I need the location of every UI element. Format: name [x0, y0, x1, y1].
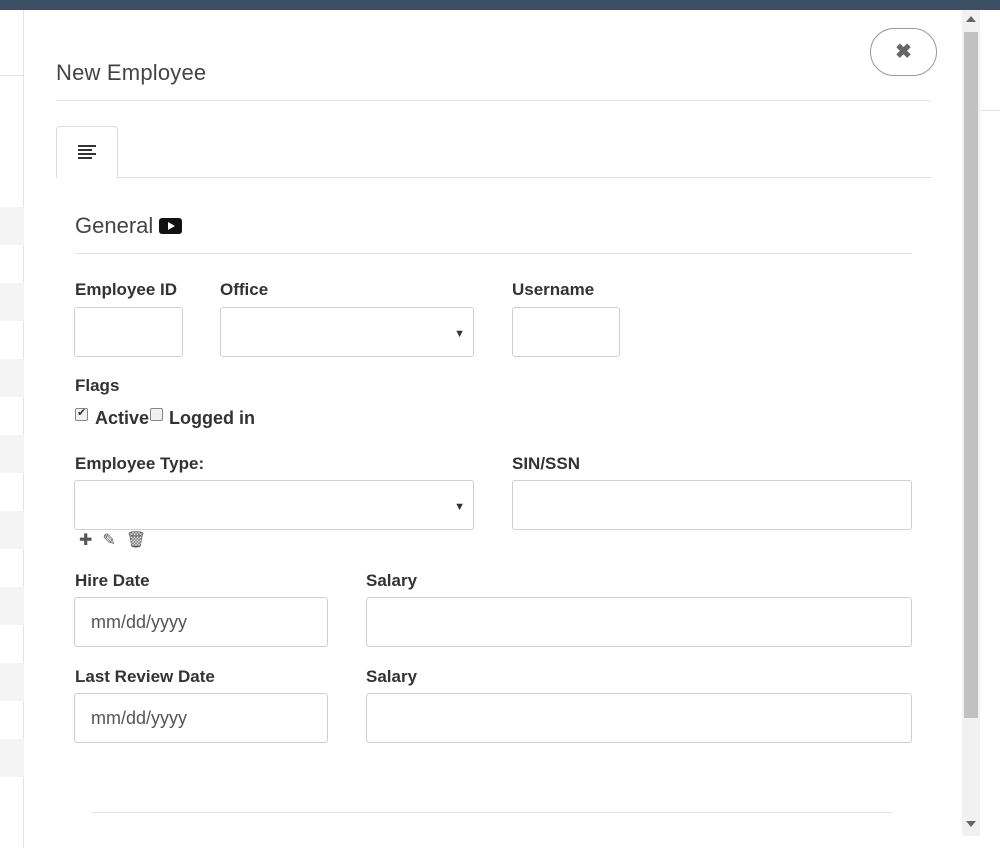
active-checkbox[interactable] — [75, 406, 88, 421]
hire-date-input[interactable]: mm/dd/yyyy — [74, 597, 328, 647]
background-page-right — [980, 10, 1000, 848]
username-label: Username — [512, 280, 595, 299]
employee-id-label: Employee ID — [75, 280, 178, 299]
scroll-thumb[interactable] — [964, 32, 978, 718]
employee-id-input[interactable] — [74, 307, 183, 357]
scroll-up-arrow-icon[interactable] — [966, 16, 976, 22]
caret-down-icon: ▼ — [454, 501, 465, 513]
office-label: Office — [220, 280, 269, 299]
title-divider — [56, 100, 931, 101]
review-salary-input[interactable] — [366, 693, 912, 743]
tab-general[interactable] — [56, 126, 118, 178]
close-icon: ✖ — [895, 41, 912, 63]
section-divider — [75, 253, 912, 254]
sin-ssn-input[interactable] — [512, 480, 912, 530]
section-title-text: General — [75, 213, 154, 238]
section-title: General — [75, 213, 183, 239]
modal-scrollbar[interactable] — [962, 10, 980, 836]
active-checkbox-label: Active — [95, 408, 150, 428]
logged-in-checkbox-label: Logged in — [169, 408, 255, 428]
bottom-divider — [92, 812, 892, 813]
plus-icon[interactable]: ✚ — [79, 530, 92, 549]
employee-type-tools: ✚ ✎ 🗑 — [79, 530, 146, 549]
hire-salary-input[interactable] — [366, 597, 912, 647]
hire-salary-label: Salary — [366, 571, 418, 590]
last-review-date-label: Last Review Date — [75, 667, 215, 686]
scroll-down-arrow-icon[interactable] — [966, 821, 976, 827]
edit-icon[interactable]: ✎ — [102, 530, 115, 549]
office-select[interactable]: ▼ — [220, 307, 474, 357]
youtube-play-icon[interactable] — [159, 218, 183, 234]
username-input[interactable] — [512, 307, 620, 357]
new-employee-modal: New Employee ✖ General Employee ID Offic… — [24, 10, 962, 832]
background-page-left — [0, 10, 24, 848]
employee-type-label: Employee Type: — [75, 454, 205, 473]
trash-icon[interactable]: 🗑 — [126, 530, 146, 549]
caret-down-icon: ▼ — [454, 328, 465, 340]
flags-label: Flags — [75, 376, 120, 395]
align-left-icon — [78, 145, 96, 159]
logged-in-checkbox[interactable] — [150, 408, 163, 421]
tabs-divider — [56, 177, 931, 178]
app-top-bar — [0, 0, 1000, 10]
last-review-date-input[interactable]: mm/dd/yyyy — [74, 693, 328, 743]
hire-date-label: Hire Date — [75, 571, 150, 590]
modal-title: New Employee — [56, 60, 207, 85]
sin-ssn-label: SIN/SSN — [512, 454, 581, 473]
employee-type-select[interactable]: ▼ — [74, 480, 474, 530]
review-salary-label: Salary — [366, 667, 418, 686]
close-button[interactable]: ✖ — [870, 28, 937, 76]
